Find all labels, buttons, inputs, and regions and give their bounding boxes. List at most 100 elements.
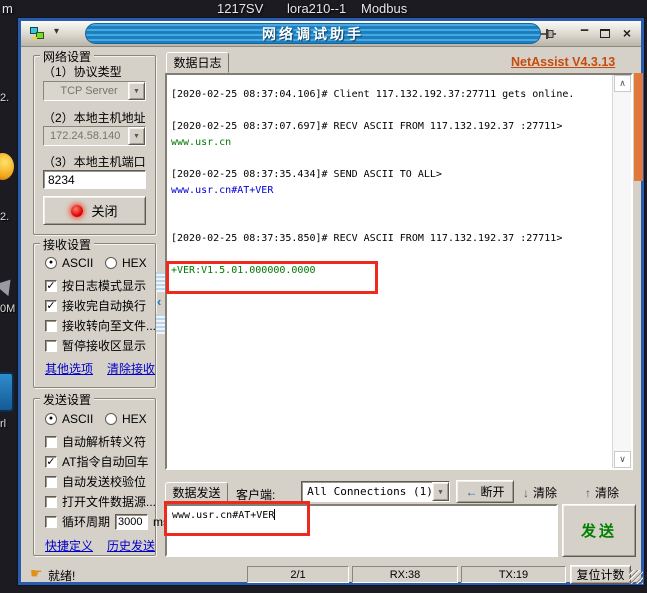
system-menu-caret-icon[interactable]: ▾ (54, 26, 59, 37)
annotation-box-command (164, 501, 310, 536)
option-label: 按日志模式显示 (62, 279, 147, 293)
host-address-select[interactable]: 172.24.58.140 ▼ (43, 126, 146, 146)
recv-option-to-file[interactable]: 接收转向至文件... (45, 317, 156, 334)
panel-splitter[interactable]: ‹ (156, 272, 165, 334)
log-line: [2020-02-25 08:37:07.697]# RECV ASCII FR… (171, 121, 563, 132)
clear-receive-button[interactable]: ↓ 清除 (523, 484, 557, 501)
radio-icon (105, 413, 117, 425)
clear-send-button[interactable]: ↑ 清除 (585, 484, 619, 501)
protocol-type-select[interactable]: TCP Server ▼ (43, 81, 146, 101)
connection-value: All Connections (1) (307, 485, 432, 498)
minimize-button[interactable]: − (580, 22, 589, 39)
cycle-period-input[interactable]: 3000 (115, 513, 149, 530)
close-connection-button[interactable]: 关闭 (43, 196, 146, 225)
desktop-blue-icon (0, 372, 14, 412)
checkbox-icon (45, 319, 57, 332)
status-pages: 2/1 (247, 566, 349, 583)
send-option-parse-escape[interactable]: 自动解析转义符 (45, 433, 146, 450)
checkbox-icon: ✓ (45, 279, 57, 292)
collapse-arrow-icon[interactable]: ‹ (157, 293, 161, 311)
reset-count-button[interactable]: 复位计数 (570, 565, 631, 584)
desktop-arrow-icon (0, 273, 18, 297)
radio-icon: ● (45, 257, 57, 269)
disconnect-label: 断开 (480, 485, 505, 499)
app-icon[interactable] (30, 27, 45, 40)
desktop-fragment: 2. (0, 211, 10, 223)
log-line: www.usr.cn#AT+VER (171, 185, 274, 196)
send-ascii-label: ASCII (62, 412, 94, 426)
pin-icon[interactable] (540, 27, 557, 46)
desktop-icon-label[interactable]: lora210--1 (287, 1, 346, 16)
group-title: 接收设置 (40, 236, 95, 253)
dropdown-arrow-icon[interactable]: ▼ (432, 482, 449, 501)
send-option-cycle[interactable]: 循环周期 3000 ms (45, 513, 169, 530)
option-label: 暂停接收区显示 (62, 339, 147, 353)
clear-send-label: 清除 (595, 486, 620, 500)
close-button[interactable]: × (623, 25, 631, 41)
send-option-at-cr[interactable]: ✓ AT指令自动回车 (45, 453, 148, 470)
maximize-button[interactable] (600, 29, 610, 38)
status-rx-count: RX:38 (352, 566, 458, 583)
disconnect-button[interactable]: ← 断开 (456, 480, 514, 503)
desktop-icon-label[interactable]: m (2, 1, 13, 16)
send-ascii-radio[interactable]: ● ASCII (45, 412, 93, 426)
option-label: 打开文件数据源... (62, 495, 157, 509)
tab-data-send[interactable]: 数据发送 (165, 482, 228, 503)
checkbox-icon (45, 435, 57, 448)
shortcut-define-link[interactable]: 快捷定义 (45, 537, 93, 554)
host-port-input[interactable]: 8234 (43, 170, 146, 189)
host-port-label: （3）本地主机端口 (43, 155, 146, 169)
option-label: AT指令自动回车 (62, 455, 149, 469)
netassist-version-link[interactable]: NetAssist V4.3.13 (511, 55, 615, 69)
dropdown-arrow-icon[interactable]: ▼ (128, 127, 145, 145)
dropdown-arrow-icon[interactable]: ▼ (128, 82, 145, 100)
checkbox-icon (45, 475, 57, 488)
desktop-fragment: 2. (0, 92, 10, 104)
tab-data-log[interactable]: 数据日志 (166, 52, 229, 73)
recv-hex-radio[interactable]: HEX (105, 256, 147, 270)
log-line: [2020-02-25 08:37:35.850]# RECV ASCII FR… (171, 233, 563, 244)
splitter-hatch (156, 272, 165, 292)
clear-recv-arrow-icon: ↓ (523, 485, 529, 500)
option-label: 循环周期 (62, 515, 111, 529)
send-hex-radio[interactable]: HEX (105, 412, 147, 426)
scroll-down-icon[interactable]: ∨ (614, 451, 631, 468)
protocol-type-value: TCP Server (60, 85, 118, 97)
checkbox-icon (45, 339, 57, 352)
connection-select[interactable]: All Connections (1) ▼ (301, 481, 450, 502)
log-line: www.usr.cn (171, 137, 232, 148)
scroll-up-icon[interactable]: ∧ (614, 75, 631, 92)
option-label: 接收完自动换行 (62, 299, 147, 313)
splitter-hatch (156, 314, 165, 334)
checkbox-icon (45, 515, 57, 528)
option-label: 接收转向至文件... (62, 319, 157, 333)
group-title: 发送设置 (40, 391, 95, 408)
send-button[interactable]: 发送 (562, 504, 636, 557)
desktop-icon-label[interactable]: Modbus (361, 1, 407, 16)
checkbox-icon: ✓ (45, 299, 57, 312)
send-option-file-source[interactable]: 打开文件数据源... (45, 493, 156, 510)
title-bar[interactable]: ▾ 网络调试助手 − × (21, 21, 641, 47)
recv-hex-label: HEX (122, 256, 147, 270)
status-led-icon (71, 204, 84, 217)
desktop-ball-icon (0, 153, 14, 180)
recv-option-pause-display[interactable]: 暂停接收区显示 (45, 337, 146, 354)
recv-ascii-radio[interactable]: ● ASCII (45, 256, 93, 270)
overlapping-window-fragment (634, 73, 643, 181)
log-scrollbar[interactable]: ∧ ∨ (612, 75, 631, 468)
resize-grip[interactable] (629, 570, 643, 584)
clear-receive-link[interactable]: 清除接收 (107, 360, 155, 377)
recv-option-log-mode[interactable]: ✓ 按日志模式显示 (45, 277, 146, 294)
other-options-link[interactable]: 其他选项 (45, 360, 93, 377)
desktop-icon-label[interactable]: 1217SV (217, 1, 263, 16)
host-address-value: 172.24.58.140 (50, 130, 121, 142)
protocol-type-label: （1）协议类型 (43, 65, 122, 79)
status-tx-count: TX:19 (461, 566, 566, 583)
clear-send-arrow-icon: ↑ (585, 485, 591, 500)
checkbox-icon: ✓ (45, 455, 57, 468)
history-send-link[interactable]: 历史发送 (107, 537, 155, 554)
send-option-checksum[interactable]: 自动发送校验位 (45, 473, 146, 490)
recv-option-auto-newline[interactable]: ✓ 接收完自动换行 (45, 297, 146, 314)
